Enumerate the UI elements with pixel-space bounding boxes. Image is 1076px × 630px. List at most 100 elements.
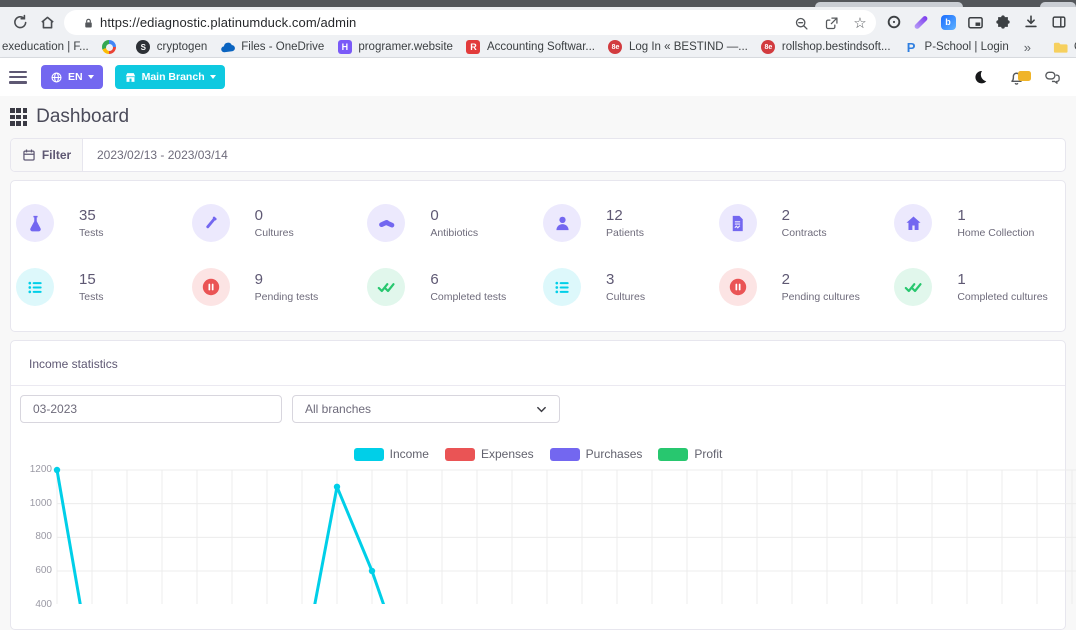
address-bar[interactable]: https://ediagnostic.platinumduck.com/adm… [64,10,876,35]
branch-label: Main Branch [142,71,205,83]
legend-item-income[interactable]: Income [354,447,429,461]
calendar-icon [22,148,36,162]
stat-value: 1 [957,207,1034,225]
legend-swatch [550,448,580,461]
bookmark-label: rollshop.bestindsoft... [782,41,891,53]
bookmarks-overflow-chevron[interactable]: » [1024,40,1031,55]
pen-extension-icon[interactable] [910,11,932,33]
stat-label: Cultures [255,227,294,239]
stat-label: Patients [606,227,644,239]
stat-label: Contracts [782,227,827,239]
stats-row-1: 35 Tests 0 Cultures [11,204,1065,242]
page-title: Dashboard [36,106,129,128]
stat-value: 12 [606,207,644,225]
chart-legend: Income Expenses Purchases Profit [11,447,1065,461]
stat-label: Tests [79,227,104,239]
stat-tests: 35 Tests [11,204,187,242]
home-collection-icon [894,204,932,242]
building-icon [124,71,137,84]
stat-value: 6 [430,271,506,289]
patient-icon [543,204,581,242]
share-icon[interactable] [821,13,841,33]
side-panel-icon[interactable] [1048,11,1070,33]
legend-label: Purchases [586,447,643,461]
filter-label: Filter [42,148,71,162]
income-controls: All branches [20,395,1065,423]
bookmark-item[interactable]: R Accounting Softwar... [466,40,595,55]
legend-item-purchases[interactable]: Purchases [550,447,643,461]
stat-cultures: 0 Cultures [187,204,363,242]
browser-tab-strip [0,0,1076,7]
legend-item-profit[interactable]: Profit [658,447,722,461]
bookmark-star-icon[interactable]: ☆ [850,13,870,33]
bookmark-label: Files - OneDrive [241,41,324,53]
pip-extension-icon[interactable] [964,11,986,33]
bookmark-label: programer.website [358,41,453,53]
stat-cultures-total: 3 Cultures [538,268,714,306]
bookmark-item[interactable]: Files - OneDrive [220,40,324,55]
bookmark-item[interactable]: 8e rollshop.bestindsoft... [761,40,891,55]
dashboard-grid-icon [10,108,27,125]
refresh-icon[interactable] [8,11,30,33]
stat-value: 0 [430,207,478,225]
dashboard-content: Dashboard Filter 35 Tests [0,96,1076,604]
bell-icon[interactable] [1006,67,1026,87]
downloads-icon[interactable] [1020,11,1042,33]
purple-monogram-icon: H [337,40,352,55]
legend-swatch [354,448,384,461]
language-button[interactable]: EN [41,65,103,89]
list-icon [543,268,581,306]
stat-value: 0 [255,207,294,225]
flask-icon [16,204,54,242]
app-topbar: EN Main Branch [0,58,1076,96]
month-input[interactable] [20,395,282,423]
menu-hamburger-icon[interactable] [9,71,27,84]
bookmark-item[interactable]: H programer.website [337,40,453,55]
stat-pending-tests: 9 Pending tests [187,268,363,306]
stat-contracts: 2 Contracts [714,204,890,242]
other-bookmarks[interactable]: Othe [1053,40,1076,55]
bookmark-item[interactable] [102,40,123,55]
blue-extension-icon[interactable]: b [937,11,959,33]
bookmark-item[interactable]: P P-School | Login [904,40,1009,55]
stat-value: 2 [782,271,860,289]
url-text[interactable]: https://ediagnostic.platinumduck.com/adm… [100,15,356,30]
zoom-icon[interactable] [791,13,811,33]
dark-globe-icon: S [136,40,151,55]
branch-button[interactable]: Main Branch [115,65,225,89]
extension-ring-icon[interactable] [883,11,905,33]
income-header: Income statistics [11,341,1065,386]
contract-icon [719,204,757,242]
bookmark-label: cryptogen [157,41,208,53]
pills-icon [367,204,405,242]
bookmark-label: Accounting Softwar... [487,41,595,53]
bookmark-item[interactable]: exeducation | F... [2,41,89,53]
stat-value: 15 [79,271,104,289]
chevron-down-icon [88,75,94,79]
stat-value: 2 [782,207,827,225]
home-icon[interactable] [36,11,58,33]
google-icon [102,40,117,55]
filter-button[interactable]: Filter [11,139,83,171]
stat-value: 3 [606,271,645,289]
stat-label: Pending tests [255,291,319,303]
vial-icon [192,204,230,242]
bookmark-label: Log In « BESTIND —... [629,41,748,53]
moon-icon[interactable] [970,67,990,87]
legend-item-expenses[interactable]: Expenses [445,447,534,461]
branch-select[interactable]: All branches [292,395,560,423]
bookmark-item[interactable]: S cryptogen [136,40,208,55]
filter-bar: Filter [10,138,1066,172]
extensions-puzzle-icon[interactable] [992,11,1014,33]
chevron-down-icon [210,75,216,79]
stat-label: Tests [79,291,104,303]
list-icon [16,268,54,306]
chat-icon[interactable] [1042,67,1062,87]
bookmark-item[interactable]: 8e Log In « BESTIND —... [608,40,748,55]
legend-swatch [658,448,688,461]
stat-patients: 12 Patients [538,204,714,242]
stats-panel: 35 Tests 0 Cultures [10,180,1066,332]
lock-icon [78,13,98,33]
stat-label: Cultures [606,291,645,303]
date-range-input[interactable] [83,139,1065,171]
